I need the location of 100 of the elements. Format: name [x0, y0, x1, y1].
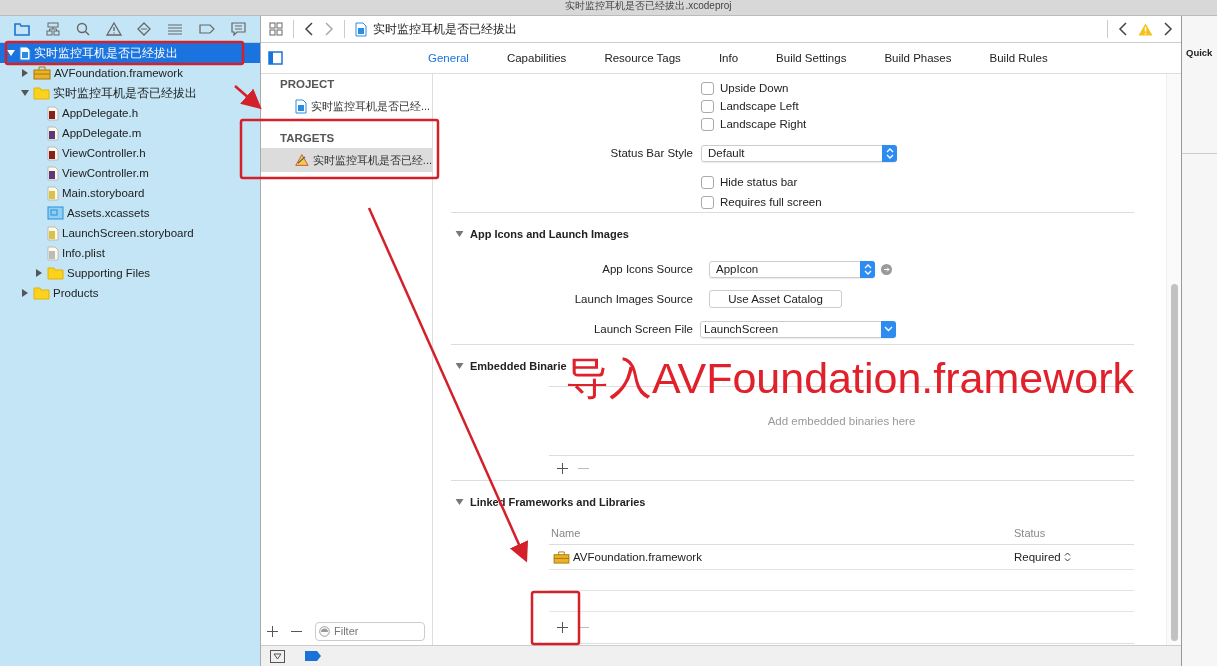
tree-item[interactable]: Info.plist [0, 243, 260, 263]
add-icon[interactable] [557, 622, 568, 633]
back-icon[interactable] [304, 22, 314, 36]
field-label: Status Bar Style [609, 147, 693, 159]
tree-item[interactable]: AppDelegate.h [0, 103, 260, 123]
folder-icon [33, 86, 50, 100]
grid-icon[interactable] [269, 22, 283, 36]
section-title: Embedded Binarie [470, 359, 567, 372]
checkbox[interactable] [701, 99, 714, 113]
sidebar-toggle-icon[interactable] [268, 51, 283, 65]
checkbox[interactable] [701, 81, 714, 95]
tree-item[interactable]: AVFoundation.framework [0, 63, 260, 83]
disclosure-icon[interactable] [21, 289, 29, 297]
tree-item[interactable]: ViewController.h [0, 143, 260, 163]
asset-catalog-button[interactable]: Use Asset Catalog [709, 290, 842, 308]
tree-item[interactable]: 实时监控耳机是否已经拔出 [0, 43, 260, 63]
editor-tab[interactable]: General [428, 52, 469, 64]
column-header[interactable]: Name [551, 527, 581, 539]
stepper-icon [882, 144, 897, 162]
filter-field[interactable]: Filter [315, 621, 425, 641]
editor-tab[interactable]: Info [718, 52, 739, 64]
disclosure-icon[interactable] [21, 89, 29, 97]
checkbox-label: Landscape Right [720, 118, 807, 130]
diamond-icon[interactable] [137, 22, 152, 36]
app-target-icon [295, 152, 309, 168]
warning-icon[interactable] [105, 22, 122, 36]
checkbox-label: Upside Down [720, 82, 789, 94]
annotation-arrow [234, 85, 262, 110]
project-file-icon [295, 98, 307, 114]
disclosure-icon[interactable] [21, 69, 29, 77]
document-icon [47, 125, 59, 141]
section-title: App Icons and Launch Images [470, 227, 629, 240]
tree-item[interactable]: AppDelegate.m [0, 123, 260, 143]
project-file-icon [355, 21, 367, 37]
hierarchy-icon[interactable] [45, 22, 60, 36]
tree-item[interactable]: 实时监控耳机是否已经拔出 [0, 83, 260, 103]
disclosure-icon[interactable] [455, 361, 464, 370]
document-icon [47, 225, 59, 241]
editor-tab[interactable]: Build Settings [776, 52, 847, 64]
disclosure-icon[interactable] [455, 497, 464, 506]
table-cell: AVFoundation.framework [573, 551, 702, 563]
tree-item[interactable]: Supporting Files [0, 263, 260, 283]
source-popup[interactable]: AppIcon [709, 260, 875, 278]
stepper-icon [1063, 552, 1071, 562]
field-label: Launch Images Source [573, 293, 693, 305]
folder-icon[interactable] [13, 22, 30, 36]
project-file-icon [19, 45, 31, 61]
field-label: Launch Screen File [592, 323, 693, 335]
annotation-box [530, 590, 581, 646]
go-arrow-icon[interactable] [881, 263, 892, 275]
tree-item[interactable]: LaunchScreen.storyboard [0, 223, 260, 243]
checkbox-label: Hide status bar [720, 176, 798, 188]
toolbox-icon [33, 66, 51, 80]
debug-area-icon[interactable] [270, 649, 285, 663]
search-icon[interactable] [75, 22, 90, 36]
window-title: 实时监控耳机是否已经拔出.xcodeproj [565, 0, 732, 13]
target-item[interactable]: 实时监控耳机是否已经... [261, 148, 432, 172]
breadcrumb[interactable]: 实时监控耳机是否已经拔出 [373, 21, 517, 37]
tree-item[interactable]: ViewController.m [0, 163, 260, 183]
project-item[interactable]: 实时监控耳机是否已经... [261, 94, 432, 118]
section-heading: PROJECT [279, 77, 336, 92]
forward-icon[interactable] [1163, 22, 1173, 36]
editor-tab[interactable]: Capabilities [506, 52, 567, 64]
tree-item[interactable]: Products [0, 283, 260, 303]
document-icon [47, 145, 59, 161]
section-heading: TARGETS [279, 131, 336, 146]
tree-item[interactable]: Assets.xcassets [0, 203, 260, 223]
disclosure-icon[interactable] [7, 49, 15, 57]
folder-icon [47, 266, 64, 280]
checkbox[interactable] [701, 175, 714, 189]
chat-icon[interactable] [231, 22, 247, 36]
add-icon[interactable] [557, 462, 568, 474]
checkbox[interactable] [701, 195, 714, 209]
column-header[interactable]: Status [1014, 527, 1134, 539]
checkbox[interactable] [701, 117, 714, 131]
editor-tab[interactable]: Resource Tags [604, 52, 681, 64]
assets-icon [47, 206, 64, 220]
scroll-thumb[interactable] [1171, 284, 1178, 641]
document-icon [47, 105, 59, 121]
status-popup[interactable]: Required [1014, 551, 1134, 563]
empty-list-message: Add embedded binaries here [767, 415, 916, 427]
document-icon [47, 245, 59, 261]
checkbox-label: Landscape Left [720, 100, 799, 112]
add-icon[interactable] [267, 625, 278, 637]
tree-item[interactable]: Main.storyboard [0, 183, 260, 203]
tag-icon[interactable] [199, 24, 216, 34]
checkbox-label: Requires full screen [720, 196, 822, 208]
field-label: App Icons Source [601, 263, 693, 275]
document-icon [47, 165, 59, 181]
disclosure-icon[interactable] [455, 229, 464, 238]
editor-tab[interactable]: Build Rules [989, 52, 1048, 64]
launch-screen-combo[interactable]: LaunchScreen [700, 320, 896, 338]
editor-tab[interactable]: Build Phases [884, 52, 952, 64]
toolbox-icon [553, 550, 570, 564]
inspector-title: Quick [1185, 46, 1214, 58]
back-icon[interactable] [1118, 22, 1128, 36]
disclosure-icon[interactable] [35, 269, 43, 277]
breakpoint-icon[interactable] [305, 651, 321, 661]
annotation-text: 导入AVFoundation.framework [566, 353, 1134, 403]
style-popup[interactable]: Default [701, 144, 897, 162]
